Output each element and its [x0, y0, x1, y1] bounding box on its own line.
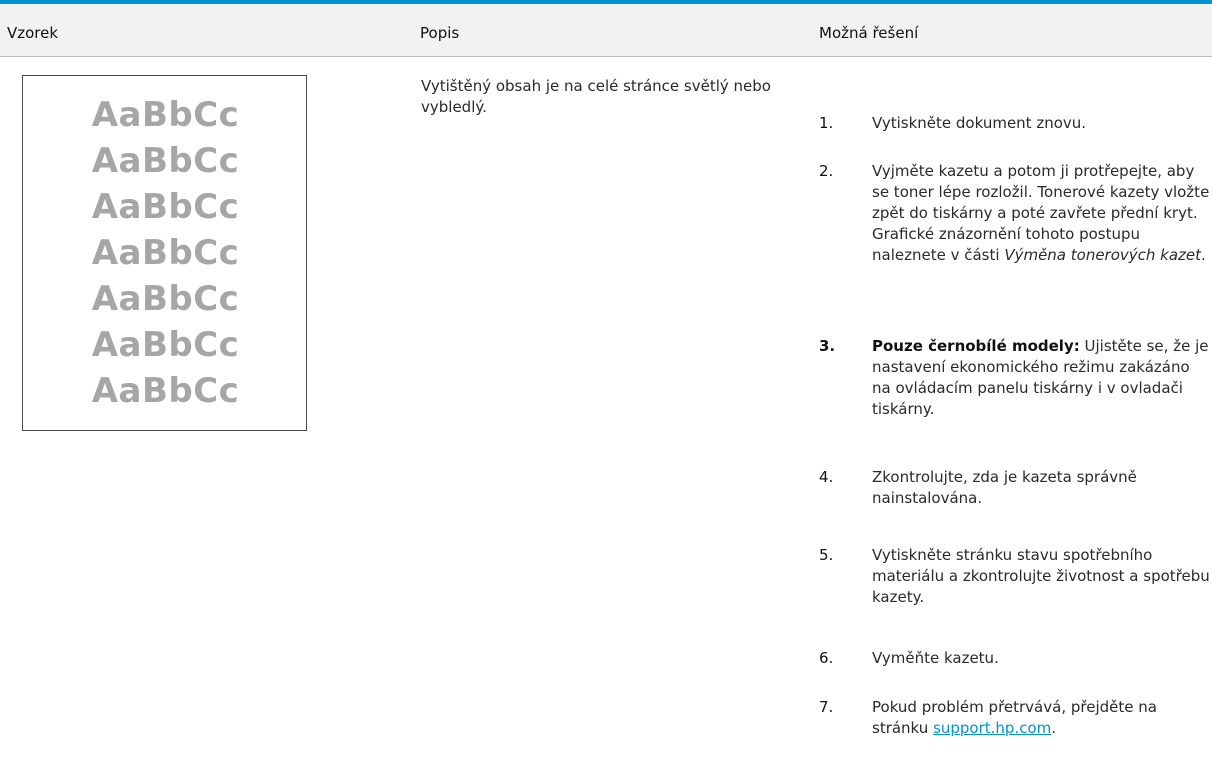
step-number: 6.	[819, 649, 834, 667]
support-link[interactable]: support.hp.com	[933, 719, 1051, 737]
header-description: Popis	[420, 24, 460, 42]
step-number: 7.	[819, 698, 834, 716]
step-number: 5.	[819, 546, 834, 564]
step-text-body: Vytiskněte dokument znovu.	[872, 114, 1087, 132]
step-text-body: Vyměňte kazetu.	[872, 649, 999, 667]
step-number: 2.	[819, 162, 834, 180]
step-number: 4.	[819, 468, 834, 486]
header-sample: Vzorek	[7, 24, 59, 42]
step-bold-lead: Pouze černobílé modely:	[872, 337, 1080, 355]
step-text: Vytiskněte stránku stavu spotřebního mat…	[872, 545, 1212, 608]
step-suffix: .	[1051, 719, 1057, 737]
step-text: Vyjměte kazetu a potom ji protřepejte, a…	[872, 161, 1212, 266]
sample-text-line: AaBbCc	[91, 141, 240, 181]
step-text: Pouze černobílé modely: Ujistěte se, že …	[872, 336, 1212, 420]
print-sample-image: AaBbCc AaBbCc AaBbCc AaBbCc AaBbCc AaBbC…	[22, 75, 307, 431]
step-text: Vyměňte kazetu.	[872, 648, 1212, 669]
step-italic-reference: Výměna tonerových kazet	[1004, 246, 1202, 264]
header-solutions: Možná řešení	[819, 24, 919, 42]
table-header-row: Vzorek Popis Možná řešení	[0, 4, 1212, 57]
sample-text-line: AaBbCc	[91, 233, 240, 273]
step-text-body: Zkontrolujte, zda je kazeta správně nain…	[872, 468, 1137, 507]
sample-text-line: AaBbCc	[91, 325, 240, 365]
step-text: Zkontrolujte, zda je kazeta správně nain…	[872, 467, 1212, 509]
sample-text-line: AaBbCc	[91, 371, 240, 411]
sample-text-line: AaBbCc	[91, 187, 240, 227]
step-number: 1.	[819, 114, 834, 132]
sample-text-line: AaBbCc	[91, 279, 240, 319]
step-suffix: .	[1201, 246, 1206, 264]
step-text: Vytiskněte dokument znovu.	[872, 113, 1212, 134]
step-text-body: Vytiskněte stránku stavu spotřebního mat…	[872, 546, 1210, 606]
sample-text-line: AaBbCc	[91, 95, 240, 135]
problem-description: Vytištěný obsah je na celé stránce světl…	[421, 77, 771, 116]
step-number: 3.	[819, 337, 836, 355]
step-text: Pokud problém přetrvává, přejděte na str…	[872, 697, 1212, 739]
